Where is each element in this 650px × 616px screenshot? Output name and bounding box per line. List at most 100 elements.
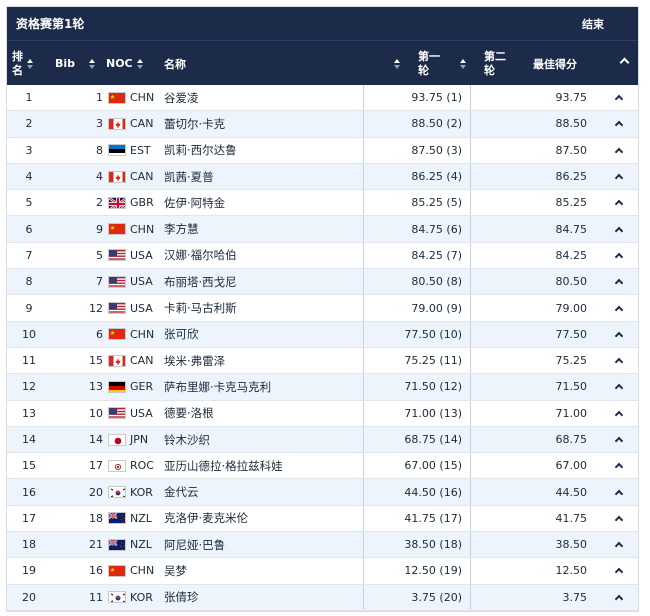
table-row-1[interactable]: 1 1 CHN 谷爱凌 93.75 (1) 93.75 bbox=[7, 85, 638, 112]
table-row-13[interactable]: 13 10 USA 德要·洛根 71.00 (13) 71.00 bbox=[7, 400, 638, 427]
run2-header-label-2: 轮 bbox=[484, 63, 495, 77]
round-header: 资格赛第1轮 结束 bbox=[7, 7, 638, 40]
bib-cell: 10 bbox=[89, 406, 103, 420]
rank-cell: 9 bbox=[25, 301, 33, 315]
table-row-11[interactable]: 11 15 CAN 埃米·弗雷泽 75.25 (11) 75.25 bbox=[7, 347, 638, 375]
noc-code: GBR bbox=[130, 196, 154, 210]
table-row-16[interactable]: 16 20 KOR 金代云 44.50 (16) 44.50 bbox=[7, 479, 638, 506]
noc-cell: JPN bbox=[108, 427, 164, 452]
noc-cell: CAN bbox=[108, 348, 164, 373]
best-score-cell: 38.50 bbox=[555, 538, 588, 552]
best-score-cell: 88.50 bbox=[555, 117, 588, 131]
expand-row-icon[interactable] bbox=[614, 322, 626, 347]
table-row-14[interactable]: 14 14 JPN 铃木沙织 68.75 (14) 68.75 bbox=[7, 426, 638, 454]
athlete-name: 亚历山德拉·格拉兹科娃 bbox=[164, 458, 283, 473]
expand-row-icon[interactable] bbox=[614, 216, 626, 241]
expand-row-icon[interactable] bbox=[614, 401, 626, 426]
expand-row-icon[interactable] bbox=[614, 111, 626, 136]
table-row-17[interactable]: 17 18 NZL 克洛伊·麦克米伦 41.75 (17) 41.75 bbox=[7, 505, 638, 533]
table-row-5[interactable]: 5 2 GBR 佐伊·阿特金 85.25 (5) 85.25 bbox=[7, 190, 638, 217]
sort-icon[interactable] bbox=[460, 58, 466, 69]
expand-row-icon[interactable] bbox=[614, 453, 626, 478]
best-score-cell: 85.25 bbox=[555, 196, 588, 210]
athlete-name: 佐伊·阿特金 bbox=[164, 195, 226, 210]
noc-code: EST bbox=[130, 143, 151, 157]
expand-row-icon[interactable] bbox=[614, 374, 626, 399]
table-row-3[interactable]: 3 8 EST 凯莉·西尔达鲁 87.50 (3) 87.50 bbox=[7, 137, 638, 164]
table-row-8[interactable]: 8 7 USA 布丽塔·西戈尼 80.50 (8) 80.50 bbox=[7, 269, 638, 296]
expand-row-icon[interactable] bbox=[614, 295, 626, 320]
results-table: 资格赛第1轮 结束 排名 Bib NOC 名称 第一轮 第二轮 最佳得分 1 1… bbox=[6, 6, 639, 612]
canada-flag-icon bbox=[108, 170, 126, 183]
expand-row-icon[interactable] bbox=[614, 585, 626, 610]
athlete-name: 李方慧 bbox=[164, 222, 199, 237]
uk-flag-icon bbox=[108, 196, 126, 209]
bib-header[interactable]: Bib bbox=[55, 41, 99, 86]
expand-row-icon[interactable] bbox=[614, 348, 626, 373]
bib-header-label: Bib bbox=[55, 57, 76, 70]
column-divider bbox=[470, 584, 471, 610]
athlete-name: 布丽塔·西戈尼 bbox=[164, 274, 237, 289]
bib-cell: 21 bbox=[89, 538, 103, 552]
expand-row-icon[interactable] bbox=[614, 190, 626, 215]
noc-header[interactable]: NOC bbox=[106, 41, 147, 86]
run1-cell: 80.50 (8) bbox=[411, 275, 462, 289]
collapse-all-icon[interactable] bbox=[619, 57, 630, 68]
table-header: 排名 Bib NOC 名称 第一轮 第二轮 最佳得分 bbox=[7, 40, 638, 85]
run1-cell: 41.75 (17) bbox=[404, 511, 462, 525]
expand-row-icon[interactable] bbox=[614, 243, 626, 268]
usa-flag-icon bbox=[108, 407, 126, 420]
noc-code: CAN bbox=[130, 170, 154, 184]
best-score-cell: 84.25 bbox=[555, 248, 588, 262]
expand-row-icon[interactable] bbox=[614, 532, 626, 557]
table-row-19[interactable]: 19 16 CHN 吴梦 12.50 (19) 12.50 bbox=[7, 558, 638, 585]
table-row-2[interactable]: 2 3 CAN 蕾切尔·卡克 88.50 (2) 88.50 bbox=[7, 111, 638, 138]
expand-row-icon[interactable] bbox=[614, 479, 626, 504]
best-score-cell: 41.75 bbox=[555, 511, 588, 525]
run2-header-label: 第二 bbox=[484, 49, 506, 63]
expand-row-icon[interactable] bbox=[614, 506, 626, 531]
expand-row-icon[interactable] bbox=[614, 164, 626, 189]
usa-flag-icon bbox=[108, 302, 126, 315]
name-header[interactable]: 名称 bbox=[164, 41, 186, 86]
athlete-name: 克洛伊·麦克米伦 bbox=[164, 511, 249, 526]
noc-code: CHN bbox=[130, 91, 155, 105]
expand-row-icon[interactable] bbox=[614, 269, 626, 294]
sort-icon[interactable] bbox=[89, 58, 96, 69]
expand-row-icon[interactable] bbox=[614, 558, 626, 583]
new-zealand-flag-icon bbox=[108, 512, 126, 525]
run1-header-label: 第一 bbox=[418, 49, 440, 63]
best-score-cell: 84.75 bbox=[555, 222, 588, 236]
column-divider bbox=[470, 532, 471, 558]
expand-row-icon[interactable] bbox=[614, 85, 626, 110]
estonia-flag-icon bbox=[108, 144, 126, 157]
new-zealand-flag-icon bbox=[108, 538, 126, 551]
table-row-7[interactable]: 7 5 USA 汉娜·福尔哈伯 84.25 (7) 84.25 bbox=[7, 242, 638, 270]
column-divider bbox=[470, 426, 471, 453]
sort-icon[interactable] bbox=[27, 58, 33, 69]
run1-header[interactable]: 第一轮 bbox=[390, 41, 440, 86]
table-row-10[interactable]: 10 6 CHN 张可欣 77.50 (10) 77.50 bbox=[7, 321, 638, 348]
rank-cell: 4 bbox=[25, 170, 33, 184]
sort-icon[interactable] bbox=[394, 58, 400, 69]
expand-row-icon[interactable] bbox=[614, 138, 626, 163]
best-score-cell: 71.50 bbox=[555, 380, 588, 394]
run2-header[interactable]: 第二轮 bbox=[456, 41, 506, 86]
rank-header[interactable]: 排名 bbox=[12, 41, 37, 86]
table-row-9[interactable]: 9 12 USA 卡莉·马古利斯 79.00 (9) 79.00 bbox=[7, 295, 638, 322]
sort-icon[interactable] bbox=[136, 58, 143, 69]
table-row-4[interactable]: 4 4 CAN 凯茜·夏普 86.25 (4) 86.25 bbox=[7, 163, 638, 191]
noc-cell: GER bbox=[108, 374, 164, 399]
table-row-20[interactable]: 20 11 KOR 张倩珍 3.75 (20) 3.75 bbox=[7, 584, 638, 611]
table-row-15[interactable]: 15 17 ROC 亚历山德拉·格拉兹科娃 67.00 (15) 67.00 bbox=[7, 453, 638, 480]
table-row-6[interactable]: 6 9 CHN 李方慧 84.75 (6) 84.75 bbox=[7, 216, 638, 243]
table-row-18[interactable]: 18 21 NZL 阿尼娅·巴鲁 38.50 (18) 38.50 bbox=[7, 532, 638, 559]
column-divider bbox=[470, 295, 471, 321]
rank-cell: 11 bbox=[22, 354, 36, 368]
expand-row-icon[interactable] bbox=[614, 427, 626, 452]
china-flag-icon bbox=[108, 564, 126, 577]
best-header[interactable]: 最佳得分 bbox=[533, 41, 577, 86]
usa-flag-icon bbox=[108, 275, 126, 288]
run1-header-label-2: 轮 bbox=[418, 63, 429, 77]
table-row-12[interactable]: 12 13 GER 萨布里娜·卡克马克利 71.50 (12) 71.50 bbox=[7, 374, 638, 401]
